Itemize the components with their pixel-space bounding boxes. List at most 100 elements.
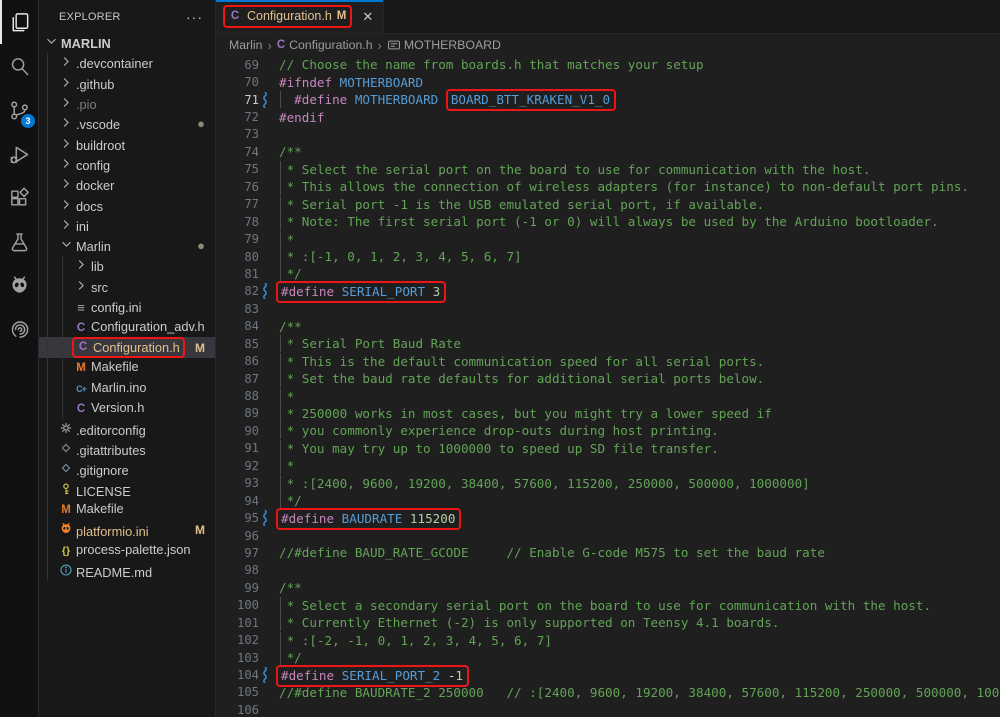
code-line-93[interactable]: 93 * :[2400, 9600, 19200, 38400, 57600, … — [216, 475, 1000, 492]
code-line-87[interactable]: 87 * Set the baud rate defaults for addi… — [216, 370, 1000, 387]
code-line-104[interactable]: 104#define SERIAL_PORT_2 -1 — [216, 666, 1000, 683]
code-line-82[interactable]: 82#define SERIAL_PORT 3 — [216, 283, 1000, 300]
more-actions-icon[interactable]: ··· — [184, 9, 205, 25]
code-line-77[interactable]: 77 * Serial port -1 is the USB emulated … — [216, 196, 1000, 213]
code-line-100[interactable]: 100 * Select a secondary serial port on … — [216, 597, 1000, 614]
annotation-highlight: #define SERIAL_PORT_2 -1 — [276, 665, 469, 687]
line-number: 72 — [216, 110, 259, 124]
code-line-72[interactable]: 72#endif — [216, 108, 1000, 125]
breadcrumb-item-motherboard[interactable]: MOTHERBOARD — [387, 38, 501, 52]
code-line-101[interactable]: 101 * Currently Ethernet (-2) is only su… — [216, 614, 1000, 631]
tree-item-config[interactable]: config — [39, 155, 215, 175]
tree-item-vscode[interactable]: .vscode● — [39, 114, 215, 134]
code-line-84[interactable]: 84/** — [216, 318, 1000, 335]
diamond-file-icon — [58, 440, 74, 456]
line-number: 76 — [216, 180, 259, 194]
tree-item-process-palette-json[interactable]: {}process-palette.json — [39, 540, 215, 560]
breadcrumb-item-configuration-h[interactable]: C Configuration.h — [277, 38, 373, 52]
tree-item-configuration-h[interactable]: CConfiguration.hM — [39, 337, 215, 357]
tree-item-ini[interactable]: ini — [39, 216, 215, 236]
chevron-right-icon — [58, 218, 74, 231]
c-file-icon: C — [75, 339, 91, 355]
chevron-right-icon — [58, 55, 74, 68]
tree-item-license[interactable]: LICENSE — [39, 480, 215, 500]
code-line-95[interactable]: 95#define BAUDRATE 115200 — [216, 509, 1000, 526]
code-line-79[interactable]: 79 * — [216, 230, 1000, 247]
code-line-69[interactable]: 69// Choose the name from boards.h that … — [216, 56, 1000, 73]
tab-configuration-h[interactable]: C Configuration.h M ✕ — [216, 0, 384, 33]
code-editor[interactable]: 69// Choose the name from boards.h that … — [216, 56, 1000, 717]
c-file-icon: C — [73, 320, 89, 336]
code-line-88[interactable]: 88 * — [216, 387, 1000, 404]
line-number: 93 — [216, 476, 259, 490]
activity-explorer-icon[interactable] — [0, 0, 38, 44]
tree-item-configuration-adv-h[interactable]: CConfiguration_adv.h — [39, 317, 215, 337]
code-line-75[interactable]: 75 * Select the serial port on the board… — [216, 161, 1000, 178]
code-line-71[interactable]: 71 #define MOTHERBOARD BOARD_BTT_KRAKEN_… — [216, 91, 1000, 108]
activity-extensions-icon[interactable] — [0, 176, 38, 220]
explorer-sidebar: EXPLORER ··· MARLIN .devcontainer .github.… — [39, 0, 215, 717]
code-line-92[interactable]: 92 * — [216, 457, 1000, 474]
tree-item-label: lib — [91, 259, 104, 274]
code-line-98[interactable]: 98 — [216, 562, 1000, 579]
gutter-modified-icon — [259, 283, 271, 299]
annotation-highlight: CConfiguration.h — [72, 337, 185, 358]
code-line-102[interactable]: 102 * :[-2, -1, 0, 1, 2, 3, 4, 5, 6, 7] — [216, 631, 1000, 648]
code-line-78[interactable]: 78 * Note: The first serial port (-1 or … — [216, 213, 1000, 230]
code-line-99[interactable]: 99/** — [216, 579, 1000, 596]
code-line-103[interactable]: 103 */ — [216, 649, 1000, 666]
tree-item-gitattributes[interactable]: .gitattributes — [39, 439, 215, 459]
activity-source-control-icon[interactable]: 3 — [0, 88, 38, 132]
tree-item-marlin-ino[interactable]: C+Marlin.ino — [39, 378, 215, 398]
tree-item-marlin[interactable]: Marlin● — [39, 236, 215, 256]
line-number: 95 — [216, 511, 259, 525]
activity-search-icon[interactable] — [0, 44, 38, 88]
tree-item-label: .devcontainer — [76, 56, 153, 71]
tree-item-buildroot[interactable]: buildroot — [39, 134, 215, 154]
tree-item-docker[interactable]: docker — [39, 175, 215, 195]
tree-item-editorconfig[interactable]: .editorconfig — [39, 419, 215, 439]
code-line-76[interactable]: 76 * This allows the connection of wirel… — [216, 178, 1000, 195]
code-line-73[interactable]: 73 — [216, 126, 1000, 143]
vscode-window: 3 EXPLORER ··· MARLIN .devcontainer .githu… — [0, 0, 1000, 717]
sidebar-header: EXPLORER ··· — [39, 0, 215, 33]
tree-item-version-h[interactable]: CVersion.h — [39, 398, 215, 418]
tree-item-makefile[interactable]: MMakefile — [39, 358, 215, 378]
code-line-80[interactable]: 80 * :[-1, 0, 1, 2, 3, 4, 5, 6, 7] — [216, 248, 1000, 265]
scm-badge: 3 — [21, 114, 35, 128]
tree-item-readme-md[interactable]: README.md — [39, 561, 215, 581]
code-line-74[interactable]: 74/** — [216, 143, 1000, 160]
tree-item-docs[interactable]: docs — [39, 195, 215, 215]
code-line-91[interactable]: 91 * You may try up to 1000000 to speed … — [216, 440, 1000, 457]
activity-espressif-icon[interactable] — [0, 308, 38, 352]
breadcrumb-item-marlin[interactable]: Marlin — [229, 38, 262, 52]
tree-item-gitignore[interactable]: .gitignore — [39, 459, 215, 479]
activity-platformio-icon[interactable] — [0, 264, 38, 308]
tree-item-config-ini[interactable]: ≡config.ini — [39, 297, 215, 317]
activity-run-debug-icon[interactable] — [0, 132, 38, 176]
tree-item-pio[interactable]: .pio — [39, 94, 215, 114]
tree-item-label: docs — [76, 199, 103, 214]
tree-item-devcontainer[interactable]: .devcontainer — [39, 53, 215, 73]
tree-item-marlin[interactable]: MARLIN — [39, 33, 215, 53]
tree-item-platformio-ini[interactable]: platformio.iniM — [39, 520, 215, 540]
activity-testing-icon[interactable] — [0, 220, 38, 264]
code-line-97[interactable]: 97//#define BAUD_RATE_GCODE // Enable G-… — [216, 544, 1000, 561]
tree-item-lib[interactable]: lib — [39, 256, 215, 276]
chevron-down-icon — [58, 238, 74, 251]
chevron-right-icon — [58, 177, 74, 190]
code-line-86[interactable]: 86 * This is the default communication s… — [216, 352, 1000, 369]
code-line-89[interactable]: 89 * 250000 works in most cases, but you… — [216, 405, 1000, 422]
code-line-106[interactable]: 106 — [216, 701, 1000, 717]
close-icon[interactable]: ✕ — [360, 9, 375, 25]
tree-item-label: buildroot — [76, 138, 125, 153]
tree-item-src[interactable]: src — [39, 277, 215, 297]
tree-item-makefile[interactable]: MMakefile — [39, 500, 215, 520]
code-line-90[interactable]: 90 * you commonly experience drop-outs d… — [216, 422, 1000, 439]
line-number: 90 — [216, 424, 259, 438]
code-line-94[interactable]: 94 */ — [216, 492, 1000, 509]
tree-item-github[interactable]: .github — [39, 74, 215, 94]
code-line-85[interactable]: 85 * Serial Port Baud Rate — [216, 335, 1000, 352]
code-line-105[interactable]: 105//#define BAUDRATE_2 250000 // :[2400… — [216, 684, 1000, 701]
tree-item-label: ini — [76, 219, 89, 234]
